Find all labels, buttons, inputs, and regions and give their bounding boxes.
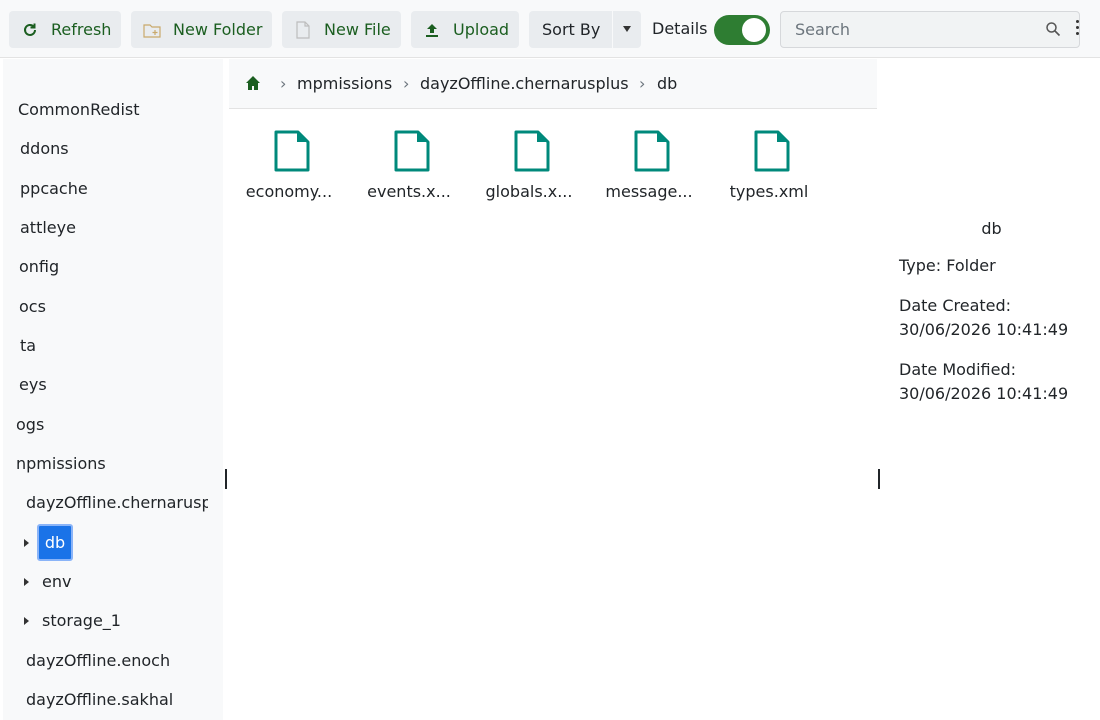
upload-button[interactable]: Upload: [411, 11, 519, 48]
sort-by-dropdown[interactable]: Sort By: [529, 11, 641, 48]
new-folder-icon: [143, 21, 161, 39]
file-item-events[interactable]: events.x...: [354, 130, 464, 210]
file-name: types.xml: [729, 182, 809, 201]
toolbar: Refresh New Folder New File Upload Sort …: [0, 0, 1100, 58]
home-icon[interactable]: [245, 75, 261, 91]
tree-item-dayzoffline-chernarusplus[interactable]: dayzOffline.chernarusplus: [26, 488, 208, 518]
upload-icon: [423, 21, 441, 39]
tree-item-data[interactable]: ta: [20, 331, 36, 361]
new-file-label: New File: [324, 20, 391, 39]
file-item-globals[interactable]: globals.x...: [474, 130, 584, 210]
new-file-button[interactable]: New File: [282, 11, 401, 48]
details-created-label: Date Created:: [899, 296, 1012, 315]
file-name: message...: [605, 182, 693, 201]
navigation-tree: CommonRedist ddons ppcache attleye onfig…: [3, 59, 223, 720]
search-icon[interactable]: [1045, 21, 1061, 37]
file-item-types[interactable]: types.xml: [714, 130, 824, 210]
breadcrumb-item-db[interactable]: db: [657, 74, 677, 93]
breadcrumb-separator: ›: [639, 74, 646, 93]
tree-item-commonredist[interactable]: CommonRedist: [18, 95, 140, 125]
new-folder-label: New Folder: [173, 20, 263, 39]
details-pane: db Type: Folder Date Created: 30/06/2026…: [883, 59, 1100, 720]
breadcrumb-item-chernarusplus[interactable]: dayzOffline.chernarusplus: [420, 74, 629, 93]
file-name: events.x...: [367, 182, 451, 201]
tree-item-mpmissions[interactable]: npmissions: [16, 449, 106, 479]
tree-item-addons[interactable]: ddons: [20, 134, 69, 164]
file-item-messages[interactable]: message...: [594, 130, 704, 210]
sort-divider: [612, 11, 613, 48]
tree-item-db-selected[interactable]: db: [37, 524, 73, 561]
file-name: economy...: [245, 182, 333, 201]
tree-item-docs[interactable]: ocs: [19, 292, 46, 322]
details-modified-label: Date Modified:: [899, 360, 1016, 379]
search-box: [780, 11, 1080, 48]
tree-item-logs[interactable]: ogs: [16, 410, 44, 440]
caret-right-icon: [24, 539, 29, 547]
file-icon: [634, 130, 670, 172]
search-input[interactable]: [781, 12, 1051, 47]
file-icon: [394, 130, 430, 172]
breadcrumb-item-mpmissions[interactable]: mpmissions: [297, 74, 392, 93]
tree-item-storage-1[interactable]: storage_1: [24, 606, 121, 636]
file-item-economy[interactable]: economy...: [234, 130, 344, 210]
file-icon: [754, 130, 790, 172]
refresh-icon: [21, 21, 39, 39]
toggle-knob: [742, 18, 766, 42]
tree-item-battleye[interactable]: attleye: [20, 213, 76, 243]
file-icon: [274, 130, 310, 172]
details-modified-value: 30/06/2026 10:41:49: [899, 384, 1069, 403]
right-splitter[interactable]: [878, 469, 880, 489]
details-toggle-label: Details: [652, 19, 708, 38]
tree-item-keys[interactable]: eys: [19, 370, 47, 400]
tree-expand-db[interactable]: [24, 528, 34, 558]
tree-item-dayzoffline-sakhal[interactable]: dayzOffline.sakhal: [26, 685, 173, 715]
details-title: db: [981, 219, 1002, 238]
more-options-icon[interactable]: [1074, 20, 1080, 38]
tree-item-dayzoffline-enoch[interactable]: dayzOffline.enoch: [26, 646, 170, 676]
new-file-icon: [294, 20, 312, 39]
breadcrumb-separator: ›: [403, 74, 410, 93]
upload-label: Upload: [453, 20, 510, 39]
left-splitter[interactable]: [225, 469, 227, 489]
refresh-button[interactable]: Refresh: [9, 11, 121, 48]
new-folder-button[interactable]: New Folder: [131, 11, 272, 48]
file-name: globals.x...: [485, 182, 573, 201]
caret-down-icon: [623, 26, 631, 32]
details-created-value: 30/06/2026 10:41:49: [899, 320, 1069, 339]
file-grid: economy... events.x... globals.x... mess…: [229, 110, 877, 720]
caret-right-icon: [24, 578, 29, 586]
breadcrumb-separator: ›: [280, 74, 287, 93]
file-icon: [514, 130, 550, 172]
details-toggle[interactable]: [714, 15, 770, 45]
refresh-label: Refresh: [51, 20, 112, 39]
sort-by-label: Sort By: [542, 20, 601, 39]
tree-item-config[interactable]: onfig: [19, 252, 59, 282]
tree-item-appcache[interactable]: ppcache: [20, 174, 88, 204]
breadcrumb: › mpmissions › dayzOffline.chernarusplus…: [229, 59, 877, 109]
tree-item-env[interactable]: env: [24, 567, 71, 597]
details-type: Type: Folder: [899, 256, 996, 275]
caret-right-icon: [24, 617, 29, 625]
